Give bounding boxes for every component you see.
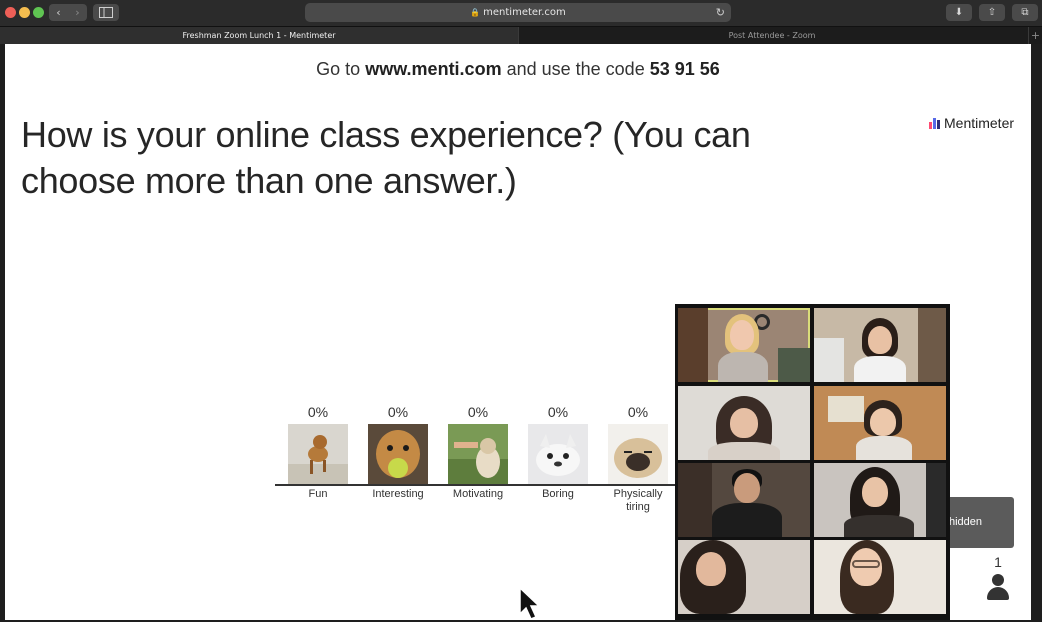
participant-video-tile[interactable]: [814, 308, 946, 382]
reload-icon[interactable]: ↻: [716, 3, 725, 22]
tab-overview-icon: ⧉: [1021, 7, 1029, 18]
participant-video-tile[interactable]: [814, 540, 946, 614]
tab-zoom[interactable]: Post Attendee - Zoom: [518, 27, 1025, 44]
back-button[interactable]: ‹: [49, 4, 68, 21]
lock-icon: 🔒: [470, 8, 481, 17]
zoom-gallery-view[interactable]: [675, 304, 950, 620]
participant-video-tile[interactable]: [814, 463, 946, 537]
tab-mentimeter[interactable]: Freshman Zoom Lunch 1 - Mentimeter: [0, 27, 518, 44]
option-label: Interesting: [372, 488, 424, 500]
dog-high-five-image: [448, 424, 508, 484]
vote-counter: 1: [983, 554, 1013, 602]
forward-button[interactable]: ›: [68, 4, 87, 21]
option-physically-tiring: 0% Physically tiring: [603, 402, 673, 514]
participant-video-tile[interactable]: [814, 386, 946, 460]
sidebar-toggle-button[interactable]: [93, 4, 119, 21]
option-percentage: 0%: [307, 404, 329, 420]
results-chart: 0% Fun 0% Interesting 0% Motivating 0% B…: [275, 402, 675, 532]
mentimeter-logo-icon: [929, 117, 940, 129]
tired-pug-image: [608, 424, 668, 484]
option-label: Boring: [542, 488, 574, 500]
instruction-middle: and use the code: [506, 59, 645, 79]
instruction-prefix: Go to: [316, 59, 361, 79]
option-percentage: 0%: [547, 404, 569, 420]
question-title: How is your online class experience? (Yo…: [21, 114, 751, 201]
option-boring: 0% Boring: [523, 402, 593, 501]
url-text: mentimeter.com: [483, 7, 566, 18]
share-button[interactable]: ⇧: [979, 4, 1005, 21]
downloads-button[interactable]: ⬇: [946, 4, 972, 21]
option-label: Physically tiring: [613, 488, 663, 513]
participant-video-tile[interactable]: [678, 386, 810, 460]
option-label: Fun: [308, 488, 328, 500]
french-bulldog-image: [528, 424, 588, 484]
sidebar-icon: [99, 7, 113, 18]
dog-running-image: [288, 424, 348, 484]
address-bar[interactable]: 🔒 mentimeter.com ↻: [305, 3, 731, 22]
option-percentage: 0%: [387, 404, 409, 420]
share-icon: ⇧: [987, 7, 997, 18]
participant-video-tile[interactable]: [678, 463, 810, 537]
dog-with-ball-image: [368, 424, 428, 484]
option-fun: 0% Fun: [283, 402, 353, 501]
brand-name: Mentimeter: [944, 115, 1015, 131]
vote-count: 1: [994, 554, 1002, 570]
close-window-button[interactable]: [5, 7, 16, 18]
chevron-right-icon: ›: [75, 6, 80, 19]
option-percentage: 0%: [627, 404, 649, 420]
chevron-left-icon: ‹: [56, 6, 61, 19]
option-label: Motivating: [452, 488, 504, 500]
join-instruction: Go to www.menti.com and use the code 53 …: [5, 59, 1031, 80]
person-icon: [986, 572, 1010, 602]
browser-toolbar: ‹ › 🔒 mentimeter.com ↻ ⬇ ⇧ ⧉: [0, 0, 1042, 26]
menti-site: www.menti.com: [365, 59, 502, 79]
mentimeter-logo: Mentimeter: [929, 115, 1014, 131]
results-hidden-indicator[interactable]: hidden: [943, 497, 1014, 548]
participant-video-tile[interactable]: [678, 540, 810, 614]
join-code: 53 91 56: [649, 59, 720, 79]
minimize-window-button[interactable]: [19, 7, 30, 18]
option-interesting: 0% Interesting: [363, 402, 433, 501]
download-icon: ⬇: [954, 7, 964, 18]
option-percentage: 0%: [467, 404, 489, 420]
mouse-cursor-icon: [519, 586, 541, 620]
fullscreen-window-button[interactable]: [33, 7, 44, 18]
tab-overview-button[interactable]: ⧉: [1012, 4, 1038, 21]
participant-video-tile[interactable]: [678, 308, 810, 382]
new-tab-button[interactable]: +: [1028, 27, 1042, 44]
option-motivating: 0% Motivating: [443, 402, 513, 501]
tab-bar: Freshman Zoom Lunch 1 - Mentimeter Post …: [0, 26, 1042, 44]
